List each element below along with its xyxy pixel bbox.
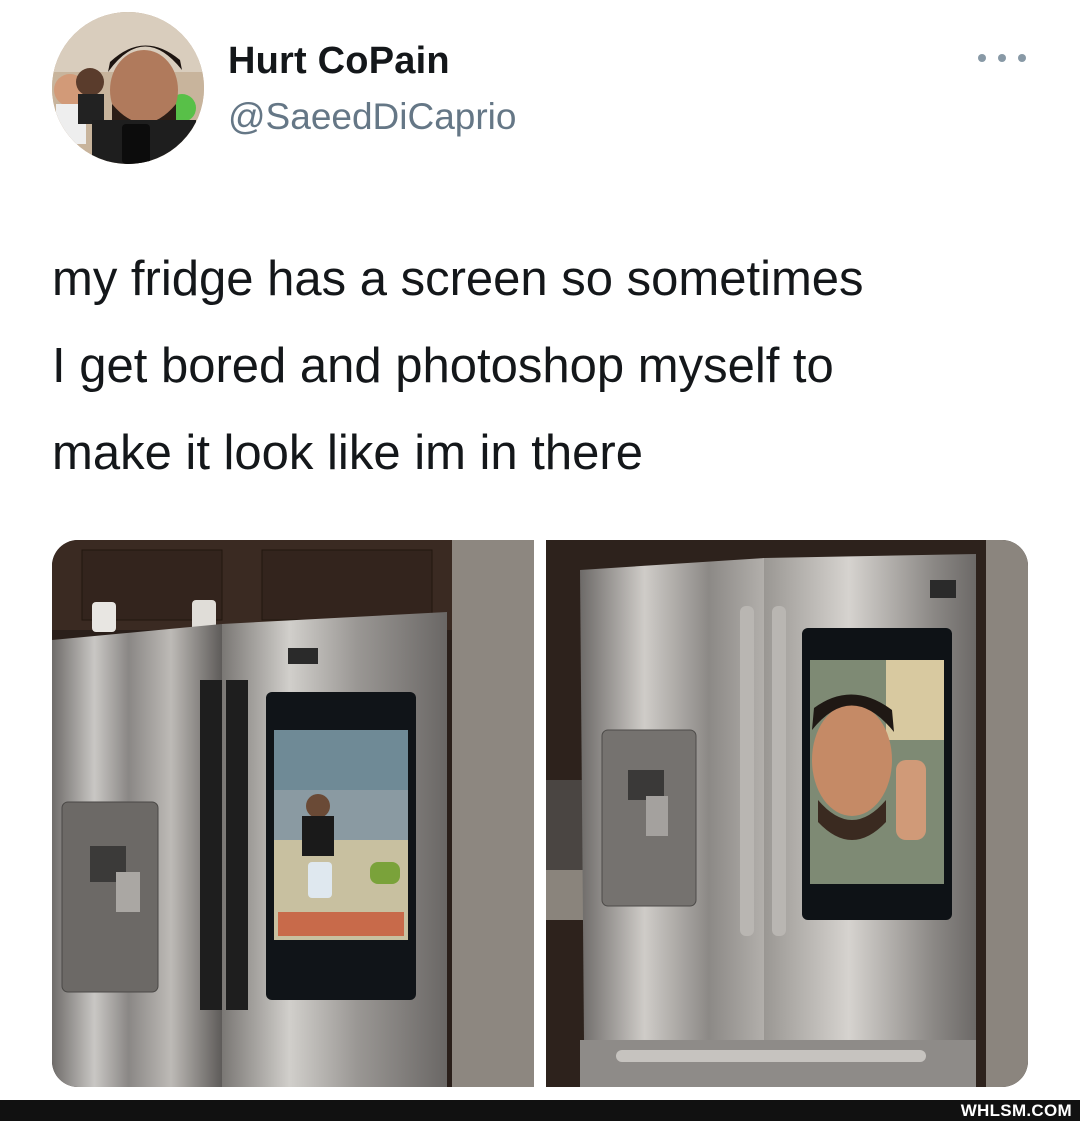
fridge-right-photo[interactable] bbox=[546, 540, 1028, 1087]
tweet-text-line: make it look like im in there bbox=[52, 426, 643, 480]
ellipsis-icon[interactable] bbox=[978, 46, 1026, 70]
tweet-media[interactable] bbox=[52, 540, 1028, 1087]
author-handle[interactable]: @SaeedDiCaprio bbox=[228, 96, 516, 138]
tweet-text-line: I get bored and photoshop myself to bbox=[52, 339, 834, 393]
tweet-text-line: my fridge has a screen so sometimes bbox=[52, 252, 864, 306]
author-name[interactable]: Hurt CoPain bbox=[228, 40, 450, 83]
author-avatar[interactable] bbox=[52, 12, 204, 164]
footer-bar bbox=[0, 1100, 1080, 1121]
tweet-text: my fridge has a screen so sometimes I ge… bbox=[52, 236, 1052, 497]
watermark: WHLSM.COM bbox=[960, 1101, 1072, 1120]
fridge-left-photo[interactable] bbox=[52, 540, 534, 1087]
tweet: Hurt CoPain @SaeedDiCaprio my fridge has… bbox=[0, 0, 1080, 1100]
media-divider bbox=[534, 540, 546, 1087]
